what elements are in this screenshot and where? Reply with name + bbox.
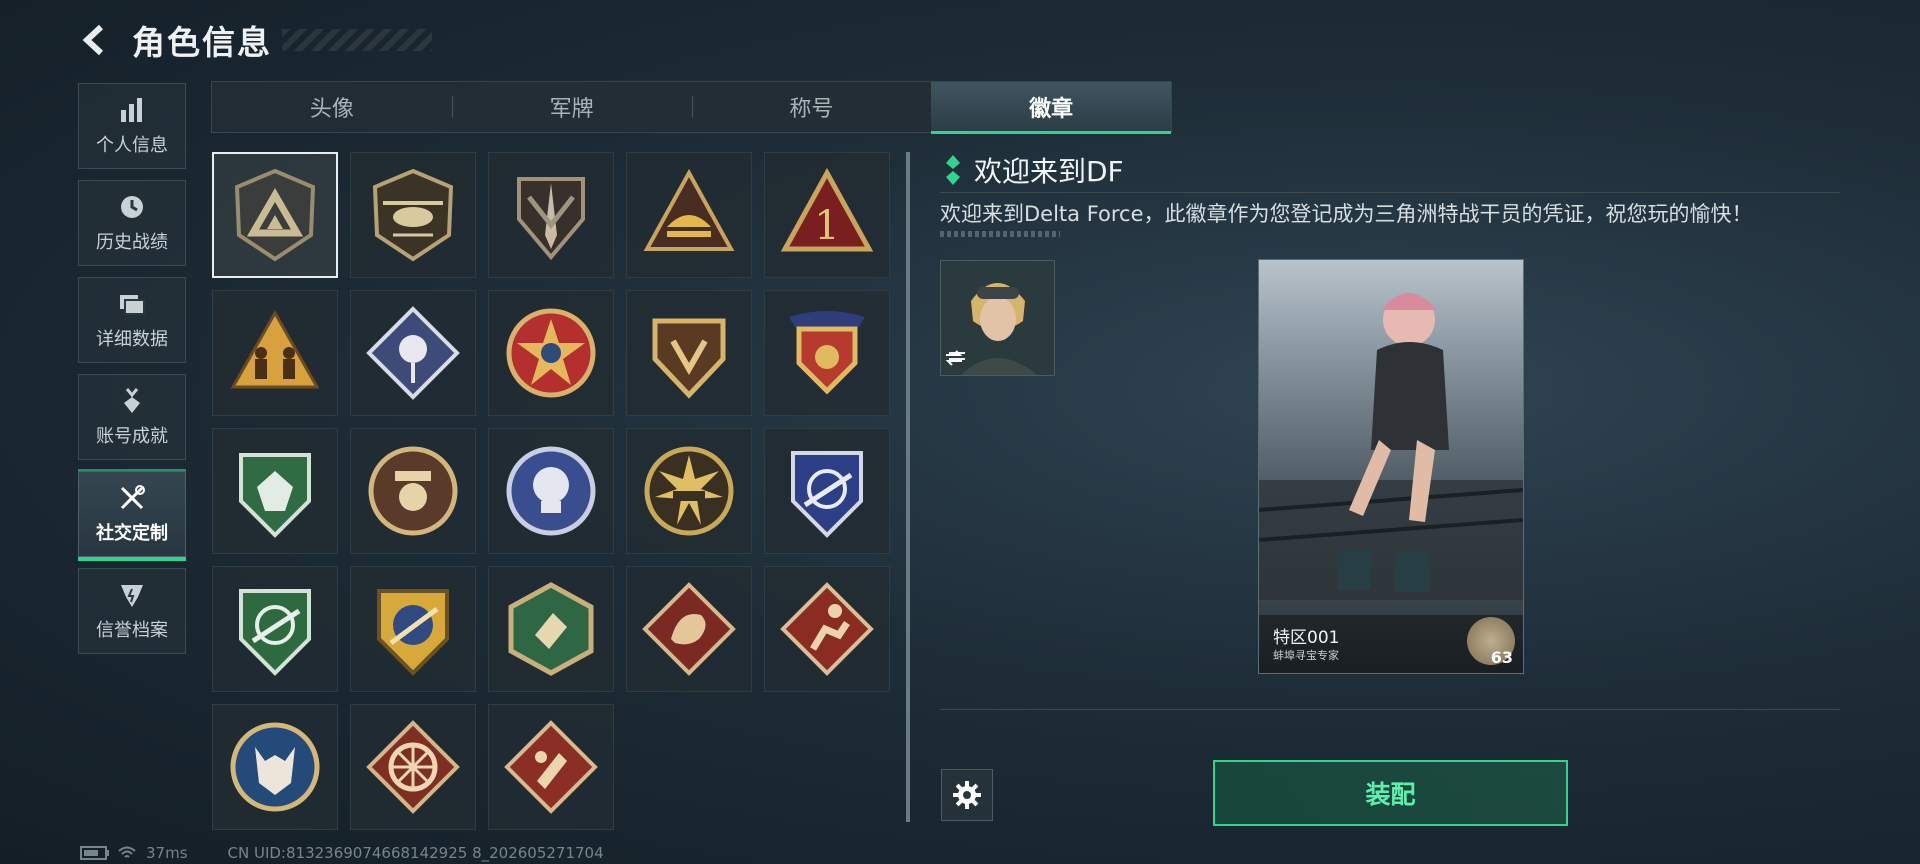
badge-title: 欢迎来到DF xyxy=(974,155,1124,188)
red-rune-badge-icon xyxy=(504,720,598,814)
badge-slot[interactable] xyxy=(764,290,890,416)
delta-shield-badge-icon xyxy=(652,318,726,399)
badge-slot[interactable] xyxy=(350,704,476,830)
divider xyxy=(940,192,1840,193)
tank-badge-icon xyxy=(644,446,734,536)
wifi-icon xyxy=(118,846,136,858)
badge-slot[interactable] xyxy=(350,290,476,416)
sidebar-item-label: 历史战绩 xyxy=(96,232,168,253)
runner-badge-icon xyxy=(780,582,874,676)
header: 角色信息 xyxy=(78,18,432,62)
sidebar-item-detailed-data[interactable]: 详细数据 xyxy=(78,277,186,363)
tab-avatar[interactable]: 头像 xyxy=(212,82,452,132)
sidebar-item-achievements[interactable]: 账号成就 xyxy=(78,374,186,460)
status-bar: 37ms CN UID:8132369074668142925 8_202605… xyxy=(80,844,604,862)
back-arrow-icon[interactable] xyxy=(78,22,114,58)
operator-card[interactable]: 特区001 蚌埠寻宝专家 63 xyxy=(1258,259,1524,674)
sidebar-item-label: 社交定制 xyxy=(96,523,168,544)
sidebar-item-label: 账号成就 xyxy=(96,426,168,447)
badge-detail-header: 欢迎来到DF xyxy=(944,150,1124,190)
divider xyxy=(940,709,1840,710)
battery-icon xyxy=(80,846,109,860)
badge-slot[interactable] xyxy=(488,152,614,278)
helicopter-badge-icon xyxy=(372,168,454,262)
badge-slot[interactable] xyxy=(764,428,890,554)
sidebar-item-personal-info[interactable]: 个人信息 xyxy=(78,83,186,169)
card-name: 特区001 xyxy=(1273,628,1340,648)
blue-skull-badge-icon xyxy=(506,446,596,536)
equip-button[interactable]: 装配 xyxy=(1213,760,1568,826)
badge-slot[interactable] xyxy=(626,290,752,416)
clock-icon xyxy=(117,192,147,222)
badge-slot[interactable] xyxy=(488,290,614,416)
sidebar-item-social-custom[interactable]: 社交定制 xyxy=(78,469,186,561)
sidebar-item-reputation[interactable]: 信誉档案 xyxy=(78,568,186,654)
soldiers-triangle-badge-icon xyxy=(230,309,320,389)
shield-icon xyxy=(117,580,147,610)
sniper-blue-badge-icon xyxy=(791,451,863,538)
badge-slot[interactable] xyxy=(488,704,614,830)
badge-grid: 1 xyxy=(212,152,892,830)
folders-icon xyxy=(117,289,147,319)
sidebar-item-label: 信誉档案 xyxy=(96,620,168,641)
tab-bar: 头像 军牌 称号 徽章 xyxy=(211,81,1172,134)
bar-chart-icon xyxy=(117,95,147,125)
badge-slot[interactable] xyxy=(350,428,476,554)
crest-banner-badge-icon xyxy=(789,311,865,395)
player-uid: CN UID:8132369074668142925 8_20260527170… xyxy=(227,844,604,862)
sniper-green-badge-icon xyxy=(239,589,311,676)
hat-skull-badge-icon xyxy=(368,446,458,536)
tools-icon xyxy=(117,483,147,513)
tab-title[interactable]: 称号 xyxy=(691,82,932,132)
badge-slot[interactable] xyxy=(764,566,890,692)
badge-slot[interactable] xyxy=(488,566,614,692)
wheel-badge-icon xyxy=(366,720,460,814)
sidebar: 个人信息 历史战绩 详细数据 账号成就 社交定制 信誉档案 xyxy=(78,83,188,665)
number-one-badge-icon: 1 xyxy=(780,167,874,252)
star-wheel-badge-icon xyxy=(506,308,596,398)
badge-slot[interactable] xyxy=(350,152,476,278)
card-subtitle: 蚌埠寻宝专家 xyxy=(1273,649,1339,662)
diamond-marker-icon xyxy=(946,155,960,185)
badge-slot[interactable] xyxy=(488,428,614,554)
badge-slot[interactable] xyxy=(626,566,752,692)
badge-slot[interactable] xyxy=(212,428,338,554)
ping-value: 37ms xyxy=(146,844,188,862)
sidebar-item-label: 个人信息 xyxy=(96,135,168,156)
sidebar-item-label: 详细数据 xyxy=(96,329,168,350)
badge-slot[interactable] xyxy=(212,290,338,416)
page-title: 角色信息 xyxy=(132,23,272,62)
badge-slot[interactable] xyxy=(626,428,752,554)
description-underline xyxy=(940,231,1060,237)
dagger-shield-badge-icon xyxy=(517,177,585,261)
svg-text:1: 1 xyxy=(814,203,839,249)
tab-badge[interactable]: 徽章 xyxy=(931,82,1171,134)
settings-button[interactable] xyxy=(941,769,993,821)
green-gem-badge-icon xyxy=(239,453,311,538)
delta-triangle-badge-icon xyxy=(234,168,316,262)
sidebar-item-history[interactable]: 历史战绩 xyxy=(78,180,186,266)
badge-description: 欢迎来到Delta Force，此徽章作为您登记成为三角洲特战干员的凭证，祝您玩… xyxy=(940,202,1753,226)
rose-diamond-badge-icon xyxy=(366,306,460,400)
helmet-triangle-badge-icon xyxy=(643,168,735,251)
badge-slot[interactable] xyxy=(626,152,752,278)
card-level: 63 xyxy=(1490,648,1513,667)
wolf-badge-icon xyxy=(230,722,320,812)
gold-rifle-badge-icon xyxy=(377,589,449,676)
tab-dog-tag[interactable]: 军牌 xyxy=(451,82,692,132)
badge-slot[interactable] xyxy=(212,704,338,830)
badge-slot[interactable]: 1 xyxy=(764,152,890,278)
title-decoration xyxy=(282,29,432,51)
hex-hands-badge-icon xyxy=(508,582,594,676)
badge-scrollbar-thumb[interactable] xyxy=(906,152,910,822)
badge-slot[interactable] xyxy=(350,566,476,692)
dragon-badge-icon xyxy=(642,582,736,676)
swap-icon[interactable] xyxy=(944,350,964,370)
medal-icon xyxy=(117,386,147,416)
badge-slot[interactable] xyxy=(212,152,338,278)
gear-icon xyxy=(953,781,981,809)
badge-slot[interactable] xyxy=(212,566,338,692)
